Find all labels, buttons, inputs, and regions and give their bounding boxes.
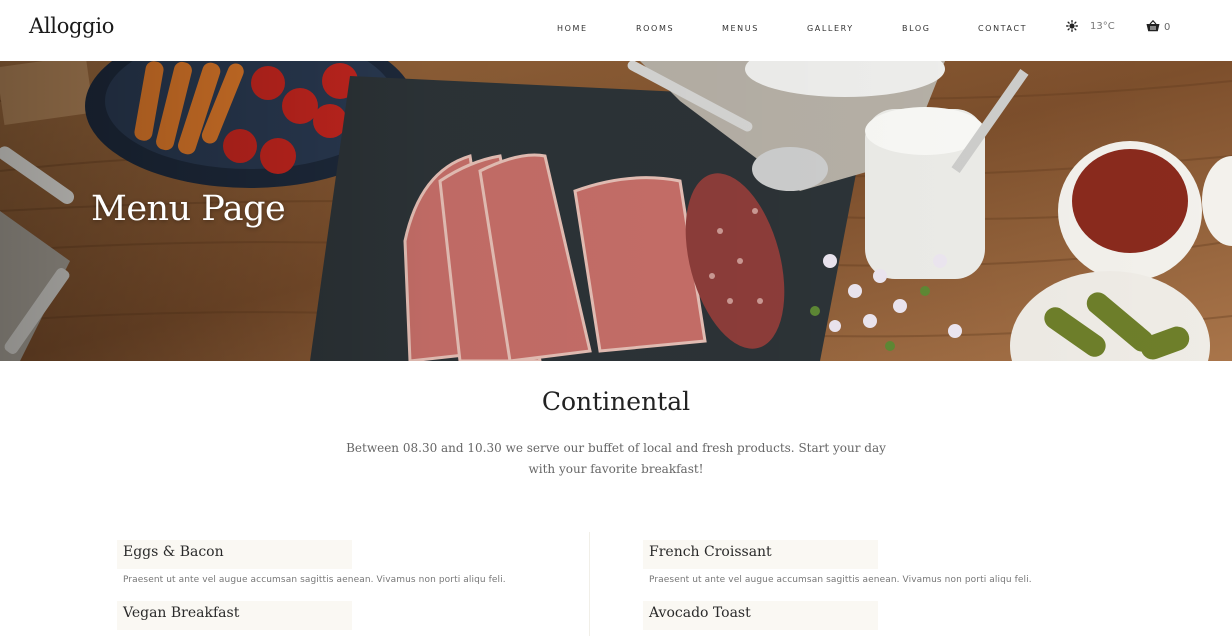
- menu-item: French Croissant Praesent ut ante vel au…: [643, 540, 1032, 585]
- column-divider: [589, 532, 590, 636]
- main-nav: HOME ROOMS MENUS GALLERY BLOG CONTACT: [0, 24, 1232, 36]
- hero-banner: Menu Page: [0, 61, 1232, 361]
- hero-title: Menu Page: [91, 189, 286, 229]
- site-header: Alloggio HOME ROOMS MENUS GALLERY BLOG C…: [0, 0, 1232, 61]
- basket-icon: [1146, 19, 1160, 35]
- menu-item-name: Vegan Breakfast: [117, 601, 352, 630]
- section-description: Between 08.30 and 10.30 we serve our buf…: [346, 441, 886, 476]
- temperature: 13°C: [1090, 20, 1115, 32]
- menu-item: Avocado Toast: [643, 601, 878, 630]
- section-title: Continental: [541, 387, 691, 416]
- menu-item-name: French Croissant: [643, 540, 878, 569]
- menu-item: Vegan Breakfast: [117, 601, 352, 630]
- menu-item: Eggs & Bacon Praesent ut ante vel augue …: [117, 540, 506, 585]
- nav-contact[interactable]: CONTACT: [978, 24, 1027, 33]
- weather-widget: 13°C: [1066, 20, 1115, 32]
- nav-home[interactable]: HOME: [557, 24, 588, 33]
- menu-item-description: Praesent ut ante vel augue accumsan sagi…: [123, 575, 506, 585]
- cart-button[interactable]: 0: [1146, 19, 1171, 35]
- menu-item-description: Praesent ut ante vel augue accumsan sagi…: [649, 575, 1032, 585]
- menu-item-name: Avocado Toast: [643, 601, 878, 630]
- nav-menus[interactable]: MENUS: [722, 24, 759, 33]
- nav-blog[interactable]: BLOG: [902, 24, 931, 33]
- sun-icon: [1066, 20, 1078, 32]
- nav-rooms[interactable]: ROOMS: [636, 24, 674, 33]
- cart-count: 0: [1164, 22, 1171, 33]
- menu-item-name: Eggs & Bacon: [117, 540, 352, 569]
- nav-gallery[interactable]: GALLERY: [807, 24, 854, 33]
